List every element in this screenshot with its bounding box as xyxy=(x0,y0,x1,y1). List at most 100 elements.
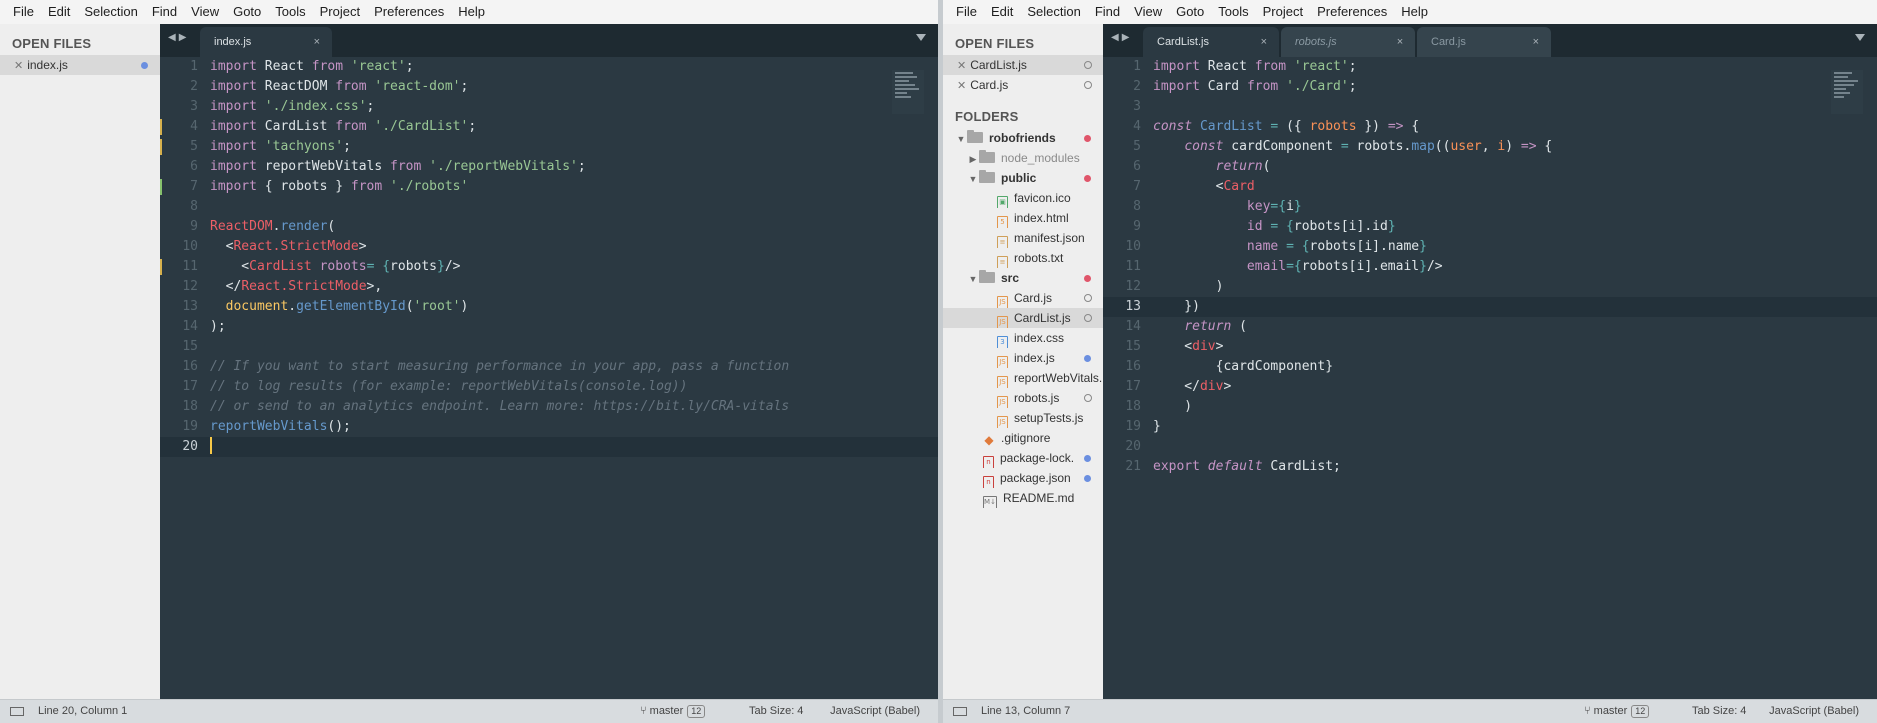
code-line: import React from 'react'; xyxy=(1153,59,1357,74)
menu-selection[interactable]: Selection xyxy=(1020,0,1087,24)
tab-card-js[interactable]: Card.js × xyxy=(1417,27,1551,57)
git-branch[interactable]: ⑂ master 12 xyxy=(640,705,706,718)
tree-label: public xyxy=(1001,171,1037,185)
menu-preferences[interactable]: Preferences xyxy=(367,0,451,24)
code-line: const cardComponent = robots.map((user, … xyxy=(1184,139,1553,154)
menu-view[interactable]: View xyxy=(184,0,226,24)
tree-file-index-html[interactable]: 5 index.html xyxy=(943,208,1103,228)
tab-dropdown-icon[interactable] xyxy=(916,34,926,41)
menu-find[interactable]: Find xyxy=(1088,0,1127,24)
folder-icon xyxy=(967,130,983,143)
tab-nav-arrows-icon[interactable]: ◀▶ xyxy=(168,32,189,43)
close-icon[interactable]: ✕ xyxy=(14,60,23,72)
tree-file-cardlist-js[interactable]: JS CardList.js xyxy=(943,308,1103,328)
code-line: }) xyxy=(1153,299,1200,314)
menu-project[interactable]: Project xyxy=(313,0,367,24)
panel-toggle-icon[interactable] xyxy=(10,707,24,716)
tree-folder-public[interactable]: ▼ public xyxy=(943,168,1103,188)
tree-file-favicon[interactable]: ▣ favicon.ico xyxy=(943,188,1103,208)
tree-file-index-css[interactable]: 3 index.css xyxy=(943,328,1103,348)
close-icon[interactable]: ✕ xyxy=(957,60,966,72)
tree-file-manifest[interactable]: ≡ manifest.json xyxy=(943,228,1103,248)
tree-folder-robofriends[interactable]: ▼ robofriends xyxy=(943,128,1103,148)
menu-find[interactable]: Find xyxy=(145,0,184,24)
tree-file-package-json[interactable]: n package.json xyxy=(943,468,1103,488)
menu-edit[interactable]: Edit xyxy=(984,0,1020,24)
tab-index-js[interactable]: index.js × xyxy=(200,27,332,57)
tree-file-robots-js[interactable]: JS robots.js xyxy=(943,388,1103,408)
tree-file-reportwebvitals[interactable]: JS reportWebVitals. xyxy=(943,368,1103,388)
tree-file-package-lock[interactable]: n package-lock. xyxy=(943,448,1103,468)
line-number: 20 xyxy=(1125,439,1141,454)
tree-label: index.html xyxy=(1014,211,1069,225)
line-number: 16 xyxy=(182,359,198,374)
line-number: 12 xyxy=(182,279,198,294)
tree-folder-node-modules[interactable]: ▶ node_modules xyxy=(943,148,1103,168)
line-number: 13 xyxy=(1125,299,1141,314)
menu-goto[interactable]: Goto xyxy=(1169,0,1211,24)
code-line: </div> xyxy=(1153,379,1232,394)
menu-goto[interactable]: Goto xyxy=(226,0,268,24)
menu-help[interactable]: Help xyxy=(1394,0,1435,24)
tab-size[interactable]: Tab Size: 4 xyxy=(749,705,803,717)
code-line: id = {robots[i].id} xyxy=(1246,219,1396,234)
code-line: import './index.css'; xyxy=(210,99,375,114)
tab-close-icon[interactable]: × xyxy=(1261,27,1267,57)
code-line: import React from 'react'; xyxy=(210,59,414,74)
tab-close-icon[interactable]: × xyxy=(314,27,320,57)
tree-label: package-lock. xyxy=(1000,451,1075,465)
tree-file-gitignore[interactable]: ◆ .gitignore xyxy=(943,428,1103,448)
line-number: 16 xyxy=(1125,359,1141,374)
tab-label: CardList.js xyxy=(1157,36,1209,48)
tree-label: README.md xyxy=(1003,491,1075,505)
line-number: 19 xyxy=(1125,419,1141,434)
open-file-cardlist-js[interactable]: ✕ CardList.js xyxy=(943,55,1103,75)
menu-project[interactable]: Project xyxy=(1256,0,1310,24)
menu-file[interactable]: File xyxy=(6,0,41,24)
tab-close-icon[interactable]: × xyxy=(1533,27,1539,57)
json-file-icon: ≡ xyxy=(997,236,1008,248)
line-number: 17 xyxy=(182,379,198,394)
js-file-icon: JS xyxy=(997,316,1008,328)
tab-nav-arrows-icon[interactable]: ◀▶ xyxy=(1111,32,1132,43)
tree-file-readme[interactable]: M↓ README.md xyxy=(943,488,1103,508)
tree-file-index-js[interactable]: JS index.js xyxy=(943,348,1103,368)
open-file-card-js[interactable]: ✕ Card.js xyxy=(943,75,1103,95)
tab-size[interactable]: Tab Size: 4 xyxy=(1692,705,1746,717)
tab-label: Card.js xyxy=(1431,36,1466,48)
menu-tools[interactable]: Tools xyxy=(1211,0,1255,24)
menu-selection[interactable]: Selection xyxy=(77,0,144,24)
tab-cardlist-js[interactable]: CardList.js × xyxy=(1143,27,1279,57)
tree-folder-src[interactable]: ▼ src xyxy=(943,268,1103,288)
syntax-mode[interactable]: JavaScript (Babel) xyxy=(830,705,920,717)
editor-pane: ◀▶ index.js × 1 import React from 'react'… xyxy=(160,24,938,699)
tab-dropdown-icon[interactable] xyxy=(1855,34,1865,41)
folder-icon xyxy=(979,270,995,283)
minimap[interactable] xyxy=(1831,70,1863,114)
code-line: return( xyxy=(1215,159,1271,174)
menu-file[interactable]: File xyxy=(949,0,984,24)
tree-file-card-js[interactable]: JS Card.js xyxy=(943,288,1103,308)
close-icon[interactable]: ✕ xyxy=(957,80,966,92)
syntax-mode[interactable]: JavaScript (Babel) xyxy=(1769,705,1859,717)
menu-help[interactable]: Help xyxy=(451,0,492,24)
menu-preferences[interactable]: Preferences xyxy=(1310,0,1394,24)
open-files-heading: OPEN FILES xyxy=(955,36,1035,51)
menu-tools[interactable]: Tools xyxy=(268,0,312,24)
git-branch[interactable]: ⑂ master 12 xyxy=(1584,705,1650,718)
open-file-index-js[interactable]: ✕ index.js xyxy=(0,55,160,75)
tab-close-icon[interactable]: × xyxy=(1397,27,1403,57)
menu-view[interactable]: View xyxy=(1127,0,1169,24)
open-file-label: CardList.js xyxy=(970,58,1027,72)
tab-robots-js[interactable]: robots.js × xyxy=(1281,27,1415,57)
code-area[interactable]: 1 import React from 'react'; 2 import Reac… xyxy=(160,57,938,699)
minimap[interactable] xyxy=(892,70,924,114)
menu-edit[interactable]: Edit xyxy=(41,0,77,24)
line-number: 8 xyxy=(190,199,198,214)
panel-toggle-icon[interactable] xyxy=(953,707,967,716)
tree-file-robots-txt[interactable]: ≡ robots.txt xyxy=(943,248,1103,268)
tree-file-setuptests[interactable]: JS setupTests.js xyxy=(943,408,1103,428)
line-number: 9 xyxy=(1133,219,1141,234)
code-area[interactable]: 1 import React from 'react'; 2 import Card… xyxy=(1103,57,1877,699)
code-line: document.getElementById('root') xyxy=(225,299,469,314)
